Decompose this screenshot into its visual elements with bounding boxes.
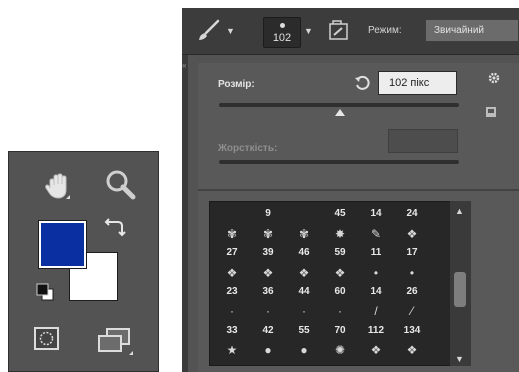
- size-slider-track[interactable]: [219, 103, 459, 107]
- brush-tip-icon: [280, 23, 285, 28]
- brush-preset-thumbnail[interactable]: ✾: [286, 225, 322, 243]
- brush-preset-thumbnail[interactable]: ❖: [286, 264, 322, 282]
- brush-preset-size-label[interactable]: 11: [358, 244, 394, 262]
- brush-preset-size-label[interactable]: 14: [358, 205, 394, 223]
- options-bar: ▼ 102 ▼ Режим: Звичайний: [182, 8, 519, 55]
- brush-preset-thumbnail[interactable]: ✎: [358, 225, 394, 243]
- brush-preset-thumbnail[interactable]: •: [358, 264, 394, 282]
- brush-picker-dropdown-icon[interactable]: ▼: [304, 26, 313, 36]
- tools-panel: [8, 151, 159, 372]
- brush-preset-size-label[interactable]: [286, 205, 322, 223]
- brush-preset-thumbnail[interactable]: ❖: [322, 264, 358, 282]
- size-field[interactable]: 102 пікс: [378, 71, 457, 95]
- hardness-field: [388, 129, 458, 153]
- size-slider-thumb[interactable]: [335, 109, 345, 116]
- gear-icon[interactable]: [487, 71, 501, 90]
- brush-panel-toggle-icon[interactable]: [328, 20, 350, 47]
- brush-preset-size-label[interactable]: [214, 205, 250, 223]
- brush-preset-size-label[interactable]: 59: [322, 244, 358, 262]
- reset-size-icon[interactable]: [354, 74, 370, 95]
- brush-preset-thumbnail[interactable]: •: [394, 264, 430, 282]
- brush-preset-thumbnail[interactable]: ❖: [394, 225, 430, 243]
- swap-colors-icon[interactable]: [104, 215, 128, 244]
- brush-preset-size-label[interactable]: 45: [322, 205, 358, 223]
- brush-preset-thumbnail[interactable]: ❖: [214, 264, 250, 282]
- new-preset-icon[interactable]: [485, 105, 497, 123]
- scroll-down-icon[interactable]: ▼: [455, 354, 464, 364]
- brush-preset-thumbnail[interactable]: ·: [214, 302, 250, 320]
- tool-preset-dropdown-icon[interactable]: ▼: [226, 26, 235, 36]
- brush-options-panel: ▼ 102 ▼ Режим: Звичайний « Розмір: 102 п…: [182, 8, 519, 372]
- brush-size-readout: 102: [272, 32, 292, 44]
- hardness-slider-track: [219, 160, 459, 164]
- brush-preset-thumbnail[interactable]: ✾: [214, 225, 250, 243]
- brush-preset-thumbnail[interactable]: ❖: [358, 341, 394, 359]
- brush-preset-size-label[interactable]: 14: [358, 283, 394, 301]
- foreground-color-swatch[interactable]: [38, 220, 87, 269]
- mode-label: Режим:: [368, 25, 402, 36]
- brush-preset-size-label[interactable]: 17: [394, 244, 430, 262]
- brush-preset-thumbnail[interactable]: ⁄: [394, 302, 430, 320]
- scrollbar-thumb[interactable]: [454, 272, 466, 307]
- quick-mask-icon[interactable]: [34, 327, 60, 356]
- brush-preset-thumbnail[interactable]: ❖: [394, 341, 430, 359]
- brush-preset-thumbnail[interactable]: ✺: [322, 341, 358, 359]
- brush-preset-thumbnail[interactable]: ★: [214, 341, 250, 359]
- brush-preset-thumbnail[interactable]: ●: [250, 341, 286, 359]
- brush-tool-icon[interactable]: [196, 19, 222, 48]
- brush-preset-size-label[interactable]: 36: [250, 283, 286, 301]
- brush-preset-size-label[interactable]: 23: [214, 283, 250, 301]
- brush-preset-size-label[interactable]: 26: [394, 283, 430, 301]
- brush-preset-size-label[interactable]: 27: [214, 244, 250, 262]
- brush-preset-thumbnail[interactable]: ·: [250, 302, 286, 320]
- brush-preset-size-label[interactable]: 55: [286, 322, 322, 340]
- brush-preset-thumbnail[interactable]: ✸: [322, 225, 358, 243]
- brush-preset-thumbnail[interactable]: ·: [286, 302, 322, 320]
- brush-preset-thumbnail[interactable]: ·: [322, 302, 358, 320]
- scroll-up-icon[interactable]: ▲: [455, 206, 464, 216]
- divider: [198, 189, 519, 191]
- brush-presets-grid[interactable]: 9 45 14 24 ✾ ✾ ✾ ✸ ✎ ❖ 27 39 46 59 11 17 ❖ ❖ ❖ ❖ • • 23 36 44 60 1…: [209, 201, 471, 366]
- brush-preset-size-label[interactable]: 60: [322, 283, 358, 301]
- brush-preset-thumbnail[interactable]: /: [358, 302, 394, 320]
- brush-preset-size-label[interactable]: 70: [322, 322, 358, 340]
- screen-mode-icon[interactable]: [97, 327, 137, 362]
- brush-preset-size-label[interactable]: 24: [394, 205, 430, 223]
- brush-preset-size-label[interactable]: 39: [250, 244, 286, 262]
- zoom-tool-icon[interactable]: [104, 168, 138, 207]
- brush-preset-thumbnail[interactable]: ❖: [250, 264, 286, 282]
- hardness-label: Жорсткість:: [218, 143, 278, 154]
- brush-preset-thumbnail[interactable]: ●: [286, 341, 322, 359]
- blend-mode-select[interactable]: Звичайний: [425, 19, 519, 42]
- brush-preset-size-label[interactable]: 33: [214, 322, 250, 340]
- brush-preset-size-label[interactable]: 9: [250, 205, 286, 223]
- brush-preset-size-label[interactable]: 42: [250, 322, 286, 340]
- default-colors-icon[interactable]: [36, 283, 56, 308]
- collapse-icon[interactable]: «: [182, 61, 186, 70]
- brush-preset-picker[interactable]: 102: [263, 17, 301, 48]
- panel-grip-strip: «: [182, 55, 188, 372]
- brush-preset-size-label[interactable]: 112: [358, 322, 394, 340]
- hand-tool-icon[interactable]: [43, 172, 73, 207]
- brush-preset-thumbnail[interactable]: ✾: [250, 225, 286, 243]
- brush-preset-size-label[interactable]: 134: [394, 322, 430, 340]
- brush-preset-size-label[interactable]: 44: [286, 283, 322, 301]
- size-label: Розмір:: [218, 79, 255, 90]
- brush-preset-size-label[interactable]: 46: [286, 244, 322, 262]
